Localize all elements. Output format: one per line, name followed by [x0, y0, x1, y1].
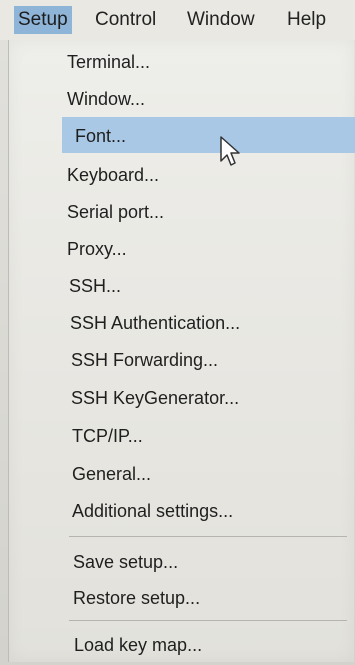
- menu-control[interactable]: Control: [91, 6, 160, 34]
- menu-item-terminal[interactable]: Terminal...: [9, 45, 354, 78]
- menu-item-label: Restore setup...: [73, 588, 201, 608]
- menu-item-label: Proxy...: [67, 239, 127, 259]
- mouse-pointer-icon: [220, 136, 240, 166]
- menu-window[interactable]: Window: [183, 6, 259, 34]
- menu-item-label: Window...: [67, 89, 146, 109]
- menu-item-restore-setup[interactable]: Restore setup...: [9, 581, 354, 614]
- menu-item-ssh-forwarding[interactable]: SSH Forwarding...: [9, 343, 354, 376]
- menu-item-proxy[interactable]: Proxy...: [9, 232, 354, 265]
- menu-item-serial-port[interactable]: Serial port...: [9, 195, 354, 228]
- menu-item-label: Serial port...: [67, 202, 165, 222]
- menu-item-additional-settings[interactable]: Additional settings...: [9, 494, 354, 527]
- menu-separator: [69, 620, 347, 621]
- menu-item-label: General...: [72, 464, 152, 484]
- menu-item-general[interactable]: General...: [9, 457, 354, 490]
- menu-setup[interactable]: Setup: [14, 6, 72, 34]
- menu-item-label: Font...: [75, 126, 127, 146]
- screenshot-photo: Setup Control Window Help Terminal... Wi…: [0, 0, 355, 665]
- menu-item-window[interactable]: Window...: [9, 82, 354, 115]
- menu-item-label: Save setup...: [73, 552, 179, 572]
- menu-item-load-key-map[interactable]: Load key map...: [9, 628, 354, 661]
- menu-item-keyboard[interactable]: Keyboard...: [9, 158, 354, 191]
- menu-item-tcp-ip[interactable]: TCP/IP...: [9, 419, 354, 452]
- menu-item-label: TCP/IP...: [72, 426, 143, 446]
- menu-separator: [69, 536, 347, 537]
- menu-item-label: SSH KeyGenerator...: [71, 388, 240, 408]
- menu-item-label: SSH Authentication...: [70, 313, 241, 333]
- setup-dropdown-menu: Terminal... Window... Font... Keyboard..…: [8, 40, 355, 662]
- menu-bar: Setup Control Window Help: [0, 0, 355, 40]
- menu-item-font[interactable]: Font...: [62, 117, 355, 153]
- menu-item-label: Keyboard...: [67, 165, 160, 185]
- menu-item-label: Additional settings...: [72, 501, 234, 521]
- menu-item-label: SSH...: [69, 276, 122, 296]
- menu-item-ssh-authentication[interactable]: SSH Authentication...: [9, 306, 354, 339]
- menu-help[interactable]: Help: [283, 6, 330, 34]
- menu-item-label: Terminal...: [67, 52, 151, 72]
- menu-item-save-setup[interactable]: Save setup...: [9, 545, 354, 578]
- menu-item-label: Load key map...: [74, 635, 203, 655]
- menu-item-label: SSH Forwarding...: [71, 350, 219, 370]
- menu-item-ssh-keygenerator[interactable]: SSH KeyGenerator...: [9, 381, 354, 414]
- menu-item-ssh[interactable]: SSH...: [9, 269, 354, 302]
